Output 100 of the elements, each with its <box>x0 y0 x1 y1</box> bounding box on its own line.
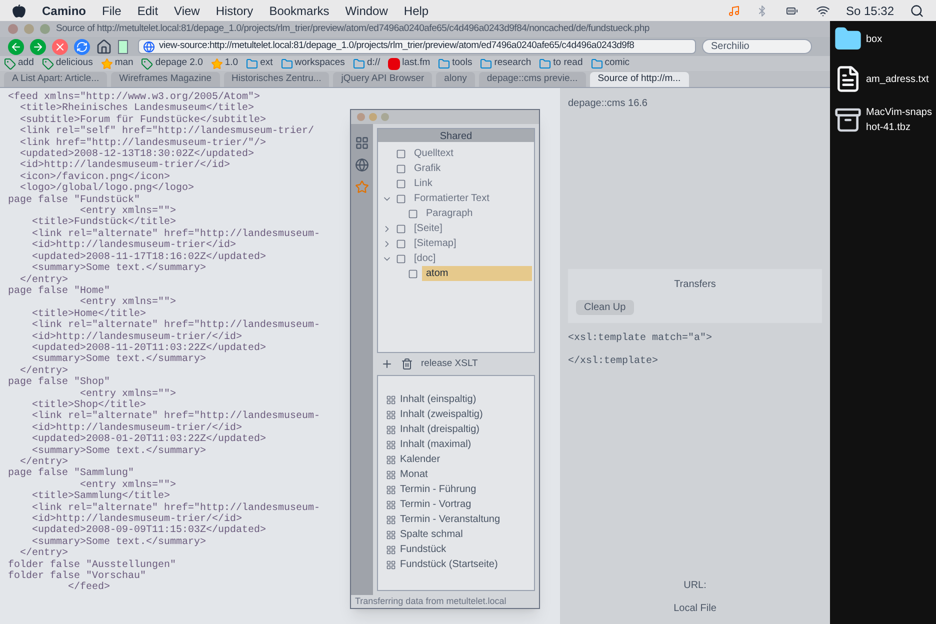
add-icon[interactable] <box>381 358 393 370</box>
tree-item[interactable]: Grafik <box>410 161 445 176</box>
desktop-icon-label[interactable]: am_adress.txt <box>866 72 932 86</box>
browser-tab[interactable]: alony <box>436 72 475 87</box>
trash-icon[interactable] <box>401 358 413 370</box>
menu-item[interactable]: Window <box>345 2 388 20</box>
template-icon <box>386 410 396 420</box>
globe-icon <box>143 40 155 52</box>
template-item[interactable]: Inhalt (einspaltig) <box>400 392 476 408</box>
bookmark[interactable]: 1.0 <box>210 56 238 71</box>
search-field[interactable]: Serchilio <box>702 39 812 54</box>
menu-item[interactable]: Edit <box>137 2 158 20</box>
menu-item[interactable]: History <box>216 2 254 20</box>
globe-icon[interactable] <box>355 158 369 172</box>
bookmark[interactable]: depage 2.0 <box>141 56 203 71</box>
back-icon[interactable] <box>8 38 24 54</box>
wifi-icon[interactable] <box>816 4 830 18</box>
bookmark[interactable]: ext <box>246 56 273 71</box>
search-icon[interactable] <box>910 4 924 18</box>
source-line: </entry> <box>19 548 68 560</box>
bookmark[interactable]: last.fm <box>388 56 430 71</box>
sidebar-toggle-icon[interactable] <box>118 40 128 54</box>
source-line: <subtitle>Forum für Fundstücke</subtitle> <box>19 114 266 126</box>
bookmark[interactable]: d:// <box>352 56 380 71</box>
tree-item[interactable]: Link <box>410 176 436 191</box>
template-item[interactable]: Inhalt (dreispaltig) <box>400 422 480 438</box>
template-item[interactable]: Termin - Vortrag <box>400 497 472 512</box>
browser-tab[interactable]: Historisches Zentru... <box>224 72 330 87</box>
source-line: <title>Home</title> <box>31 308 146 320</box>
star-icon[interactable] <box>355 180 369 194</box>
tree-item[interactable]: Formatierter Text <box>410 191 494 206</box>
bookmark[interactable]: add <box>4 56 34 71</box>
folder-icon <box>438 58 450 70</box>
template-icon <box>386 514 396 525</box>
template-icon <box>386 500 396 510</box>
desktop-icon-label[interactable]: MacVim-snapshot-41.tbz <box>866 105 932 135</box>
menu-item[interactable]: File <box>102 2 122 20</box>
release-xslt-button[interactable]: release XSLT <box>421 357 478 372</box>
reload-icon[interactable] <box>74 38 90 54</box>
source-line: <summary>Some text.</summary> <box>32 446 206 457</box>
menu-item[interactable]: Help <box>404 2 429 20</box>
source-line: <id>http://landesmuseum-trier/</id> <box>19 160 230 172</box>
source-line: <icon>/favicon.png</icon> <box>19 172 170 183</box>
bookmark[interactable]: tools <box>438 56 472 71</box>
bookmark[interactable]: comic <box>590 56 630 71</box>
source-line: <title>Fundstück</title> <box>31 217 176 228</box>
bookmark[interactable]: workspaces <box>280 56 345 71</box>
source-line: <link rel="alternate" href="http://landesmuseum- <box>31 411 320 422</box>
template-item[interactable]: Spalte schmal <box>400 527 463 542</box>
app-menu[interactable]: Camino <box>42 2 86 20</box>
template-item[interactable]: Monat <box>400 467 428 482</box>
bookmark[interactable]: man <box>100 56 134 71</box>
template-item[interactable]: Inhalt (maximal) <box>400 437 472 452</box>
browser-tab[interactable]: jQuery API Browser <box>333 72 432 87</box>
tree-item[interactable]: Paragraph <box>422 206 477 221</box>
bookmark[interactable]: delicious <box>42 56 93 71</box>
browser-tab[interactable]: depage::cms previe... <box>478 72 586 87</box>
menu-item[interactable]: Bookmarks <box>269 2 330 20</box>
address-field[interactable]: view-source:http://metultelet.local:81/depage_1.0/projects/rlm_trier/preview/atom/ed7496a0240afe65/c4d496a0243d9f8 <box>138 39 696 54</box>
folder-icon <box>352 58 365 70</box>
bookmark[interactable]: research <box>480 56 532 71</box>
apple-icon[interactable] <box>12 4 26 18</box>
template-item[interactable]: Fundstück <box>400 542 446 558</box>
tree-item[interactable]: [Seite] <box>410 221 446 236</box>
template-item[interactable]: Inhalt (zweispaltig) <box>400 407 483 422</box>
xsl-line: </xsl:template> <box>568 354 660 369</box>
menu-clock[interactable]: So 15:32 <box>846 2 894 20</box>
template-item[interactable]: Kalender <box>400 452 440 468</box>
music-note-icon[interactable] <box>728 4 740 16</box>
star-icon <box>210 58 223 70</box>
clean-up-button[interactable]: Clean Up <box>576 300 634 315</box>
tree-item[interactable]: atom <box>422 266 532 281</box>
transfers-title: Transfers <box>674 278 716 292</box>
folder-icon <box>539 58 552 70</box>
archive-icon <box>834 106 862 134</box>
local-file-label: Local File <box>674 602 716 616</box>
template-item[interactable]: Termin - Führung <box>400 482 476 498</box>
home-icon[interactable] <box>96 38 112 54</box>
browser-tab[interactable]: Source of http://m... <box>590 72 689 87</box>
tree-item[interactable]: [Sitemap] <box>410 236 460 251</box>
source-line: <id>http://landesmuseum-trier/</id> <box>31 332 242 343</box>
source-line: <entry xmlns=""> <box>80 206 176 218</box>
browser-tab[interactable]: A List Apart: Article... <box>4 72 108 87</box>
stop-icon[interactable] <box>52 38 68 54</box>
bookmark[interactable]: to read <box>539 56 583 71</box>
close-button[interactable] <box>8 24 18 34</box>
battery-icon[interactable] <box>784 4 800 16</box>
template-item[interactable]: Fundstück (Startseite) <box>400 557 498 572</box>
xsl-line: <xsl:template match="a"> <box>568 332 714 346</box>
browser-tab[interactable]: Wireframes Magazine <box>111 72 220 87</box>
template-icon <box>386 530 396 540</box>
tree-item[interactable]: Quelltext <box>410 146 458 161</box>
tree-item[interactable]: [doc] <box>410 251 440 266</box>
grid-icon[interactable] <box>355 136 369 150</box>
source-line: <entry xmlns=""> <box>80 388 176 400</box>
forward-icon[interactable] <box>30 38 46 54</box>
menu-item[interactable]: View <box>174 2 200 20</box>
panel-tab[interactable]: Shared <box>378 129 534 142</box>
template-item[interactable]: Termin - Veranstaltung <box>400 512 500 528</box>
desktop-icon-label[interactable]: box <box>866 32 932 46</box>
